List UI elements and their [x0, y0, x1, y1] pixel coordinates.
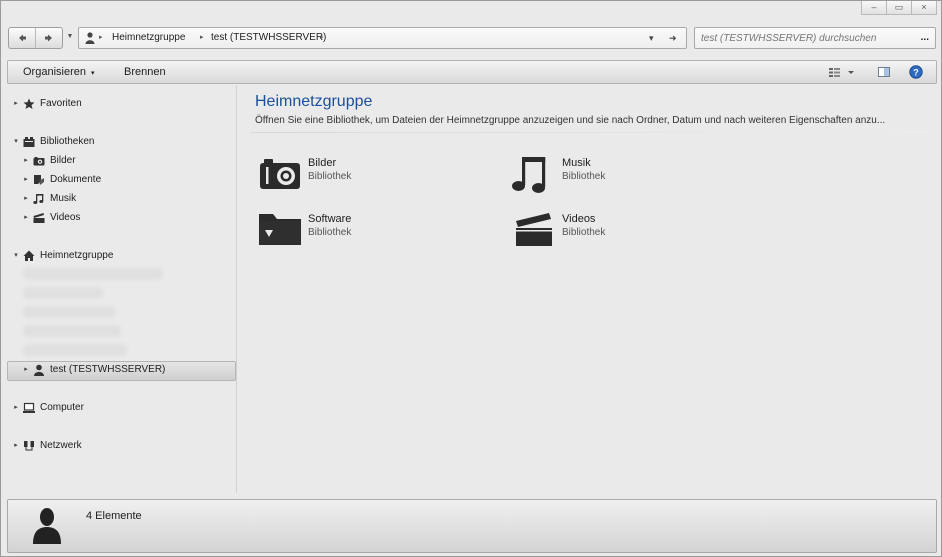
- search-box[interactable]: ...: [694, 27, 936, 49]
- sidebar-item-test-server[interactable]: ▸ test (TESTWHSSERVER): [7, 361, 236, 381]
- address-history-dropdown[interactable]: ▾: [649, 28, 654, 48]
- clapperboard-icon: [516, 213, 552, 246]
- sidebar-item-label: Dokumente: [50, 174, 102, 185]
- view-options-icon: [829, 68, 854, 77]
- breadcrumb-heimnetzgruppe[interactable]: Heimnetzgruppe: [112, 28, 185, 48]
- breadcrumb-separator[interactable]: ▸: [99, 28, 103, 48]
- chevron-down-icon: ▾: [91, 70, 95, 77]
- user-icon: [85, 32, 95, 44]
- library-tile-videos[interactable]: Videos Bibliothek: [512, 211, 732, 255]
- explorer-window: – ▭ × ▼ ▸ Heimnetzgruppe ▸ test (TESTWHS…: [0, 0, 942, 557]
- expand-arrow-icon[interactable]: ▸: [22, 209, 30, 227]
- blurred-homegroup-member[interactable]: [23, 344, 127, 356]
- libraries-icon: [23, 137, 35, 147]
- refresh-button[interactable]: ➜: [669, 28, 677, 48]
- sidebar-item-label: Favoriten: [40, 98, 82, 109]
- library-tile-bilder[interactable]: Bilder Bibliothek: [258, 155, 478, 199]
- back-button[interactable]: [9, 28, 35, 48]
- address-row: ▼ ▸ Heimnetzgruppe ▸ test (TESTWHSSERVER…: [8, 27, 936, 49]
- preview-pane-button[interactable]: [876, 64, 892, 80]
- expand-arrow-icon[interactable]: ▸: [22, 171, 30, 189]
- forward-button[interactable]: [35, 28, 62, 48]
- window-controls: – ▭ ×: [861, 1, 937, 15]
- view-options-button[interactable]: [826, 64, 858, 80]
- network-icon: [24, 441, 34, 451]
- expand-arrow-icon[interactable]: ▸: [22, 152, 30, 170]
- expand-arrow-icon[interactable]: ▸: [12, 437, 20, 455]
- organize-button[interactable]: Organisieren ▾: [23, 61, 95, 83]
- search-button[interactable]: ...: [921, 28, 929, 48]
- expand-arrow-icon[interactable]: ▸: [12, 399, 20, 417]
- expand-arrow-icon[interactable]: ▸: [22, 361, 30, 379]
- laptop-icon: [23, 402, 35, 413]
- blurred-homegroup-member[interactable]: [23, 268, 163, 280]
- back-arrow-icon: [19, 34, 26, 42]
- forward-arrow-icon: [45, 34, 52, 42]
- sidebar-item-label: Bilder: [50, 155, 76, 166]
- title-bar: – ▭ ×: [1, 1, 941, 17]
- expand-arrow-icon[interactable]: ▸: [12, 95, 20, 113]
- library-name: Musik: [562, 157, 591, 169]
- library-name: Software: [308, 213, 352, 225]
- close-button[interactable]: ×: [912, 1, 937, 15]
- page-description: Öffnen Sie eine Bibliothek, um Dateien d…: [255, 115, 886, 126]
- maximize-button[interactable]: ▭: [887, 1, 912, 15]
- collapse-arrow-icon[interactable]: ▾: [12, 133, 20, 151]
- help-icon: ?: [909, 65, 923, 79]
- help-glyph: ?: [913, 68, 919, 78]
- folder-icon: [259, 214, 301, 245]
- camera-icon: [260, 159, 300, 189]
- preview-pane-icon: [878, 67, 890, 77]
- content-pane: Heimnetzgruppe Öffnen Sie eine Bibliothe…: [237, 85, 939, 495]
- navigation-pane: ▸ Favoriten ▾ Bibliotheken ▸ Bilder ▸ Do…: [1, 85, 237, 495]
- sidebar-item-label: Musik: [50, 193, 77, 204]
- clapperboard-icon: [33, 213, 45, 223]
- star-icon: [23, 98, 35, 109]
- breadcrumb-test-server[interactable]: test (TESTWHSSERVER): [211, 28, 326, 48]
- sidebar-item-label: Bibliotheken: [40, 136, 95, 147]
- recent-pages-button[interactable]: ▼: [65, 27, 75, 47]
- library-tile-software[interactable]: Software Bibliothek: [258, 211, 478, 255]
- library-type: Bibliothek: [308, 171, 352, 182]
- library-tile-musik[interactable]: Musik Bibliothek: [512, 155, 732, 199]
- document-icon: [34, 175, 44, 185]
- details-pane: 4 Elemente: [7, 499, 937, 553]
- music-note-icon: [33, 194, 44, 204]
- minimize-button[interactable]: –: [861, 1, 887, 15]
- organize-label: Organisieren: [23, 66, 86, 78]
- user-icon: [34, 364, 44, 376]
- chevron-down-icon: ▼: [66, 33, 74, 40]
- sidebar-item-label: Computer: [40, 402, 84, 413]
- user-silhouette-icon: [33, 508, 61, 544]
- camera-icon: [33, 157, 45, 166]
- blurred-homegroup-member[interactable]: [23, 306, 115, 318]
- blurred-homegroup-member[interactable]: [23, 287, 103, 299]
- expand-arrow-icon[interactable]: ▸: [22, 190, 30, 208]
- library-name: Bilder: [308, 157, 337, 169]
- burn-button[interactable]: Brennen: [124, 61, 166, 83]
- music-note-icon: [512, 157, 546, 193]
- sidebar-item-label: Heimnetzgruppe: [40, 250, 114, 261]
- library-type: Bibliothek: [308, 227, 352, 238]
- page-title: Heimnetzgruppe: [255, 93, 373, 110]
- house-icon: [23, 250, 35, 261]
- sidebar-item-label: Videos: [50, 212, 81, 223]
- breadcrumb-separator[interactable]: ▸: [320, 28, 324, 48]
- collapse-arrow-icon[interactable]: ▾: [12, 247, 20, 265]
- blurred-homegroup-member[interactable]: [23, 325, 121, 337]
- help-button[interactable]: ?: [908, 64, 924, 80]
- item-count: 4 Elemente: [86, 510, 142, 522]
- address-bar[interactable]: ▸ Heimnetzgruppe ▸ test (TESTWHSSERVER) …: [78, 27, 687, 49]
- header-divider: [251, 132, 931, 133]
- library-type: Bibliothek: [562, 227, 606, 238]
- command-bar: Organisieren ▾ Brennen ?: [7, 60, 937, 84]
- library-type: Bibliothek: [562, 171, 606, 182]
- sidebar-item-label: test (TESTWHSSERVER): [50, 364, 166, 375]
- nav-buttons: [8, 27, 63, 49]
- breadcrumb-separator[interactable]: ▸: [200, 28, 204, 48]
- library-name: Videos: [562, 213, 596, 225]
- search-input[interactable]: [701, 28, 906, 48]
- sidebar-item-label: Netzwerk: [40, 440, 82, 451]
